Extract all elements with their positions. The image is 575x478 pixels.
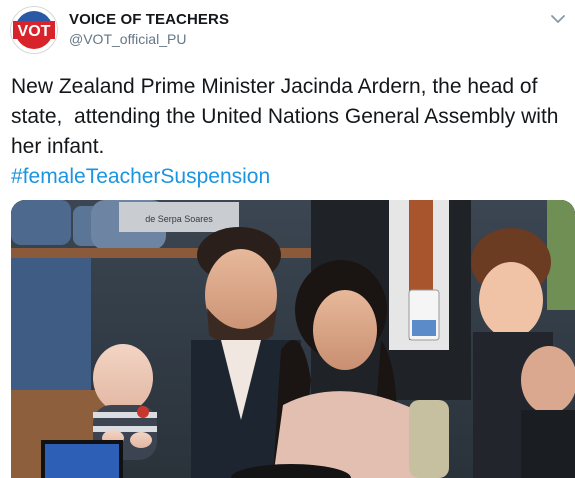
display-name[interactable]: VOICE OF TEACHERS: [69, 11, 229, 28]
vot-logo: VOT: [12, 8, 56, 52]
avatar[interactable]: VOT: [10, 6, 58, 54]
user-handle[interactable]: @VOT_official_PU: [69, 31, 186, 47]
chevron-down-icon[interactable]: [550, 12, 566, 26]
hashtag-link[interactable]: #femaleTeacherSuspension: [11, 162, 270, 192]
logo-text: VOT: [18, 23, 51, 40]
tweet-text: New Zealand Prime Minister Jacinda Arder…: [11, 75, 565, 158]
tweet-photo[interactable]: de Serpa Soares: [11, 200, 575, 478]
nameplate-text: de Serpa Soares: [145, 214, 213, 224]
